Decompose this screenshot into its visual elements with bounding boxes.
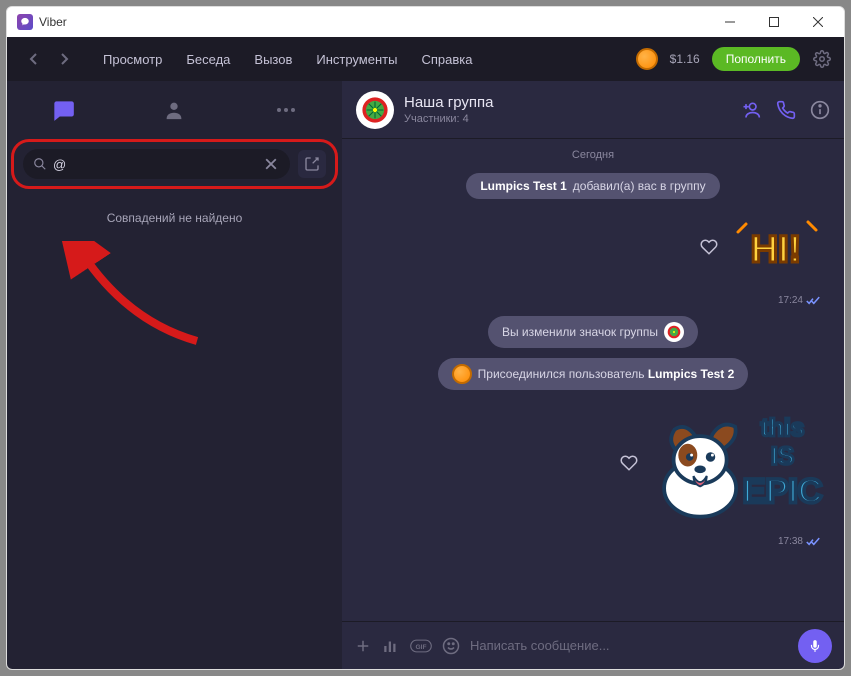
- annotation-arrow: [47, 241, 207, 351]
- chat-avatar[interactable]: [356, 91, 394, 129]
- chat-subtitle: Участники: 4: [404, 113, 493, 125]
- menubar: Просмотр Беседа Вызов Инструменты Справк…: [7, 37, 844, 81]
- menu-call[interactable]: Вызов: [254, 52, 292, 67]
- window-close-button[interactable]: [796, 7, 840, 37]
- svg-text:GIF: GIF: [416, 643, 427, 650]
- tab-chats[interactable]: [48, 95, 78, 125]
- message-time: 17:24: [778, 295, 803, 306]
- attach-button[interactable]: [354, 637, 372, 655]
- svg-text:EPIC: EPIC: [743, 473, 823, 511]
- window-maximize-button[interactable]: [752, 7, 796, 37]
- app-logo-icon: [17, 14, 33, 30]
- nav-back-button[interactable]: [19, 44, 49, 74]
- read-check-icon: [806, 537, 820, 547]
- tab-more[interactable]: [271, 95, 301, 125]
- sticker-hi[interactable]: HI!: [728, 209, 828, 289]
- menu-chat[interactable]: Беседа: [186, 52, 230, 67]
- poll-button[interactable]: [382, 637, 400, 655]
- composer-input[interactable]: [470, 638, 788, 653]
- svg-text:this: this: [761, 416, 805, 443]
- system-message-added: Lumpics Test 1 добавил(а) вас в группу: [466, 173, 719, 199]
- day-separator: Сегодня: [358, 149, 828, 161]
- chat-title: Наша группа: [404, 94, 493, 111]
- menu-help[interactable]: Справка: [421, 52, 472, 67]
- chat-pane: Наша группа Участники: 4 Сегодня Lumpics…: [342, 81, 844, 669]
- react-button[interactable]: [700, 238, 718, 261]
- balance-coin-icon: [636, 48, 658, 70]
- mini-coin-icon: [452, 364, 472, 384]
- settings-button[interactable]: [812, 49, 832, 69]
- window-minimize-button[interactable]: [708, 7, 752, 37]
- voice-button[interactable]: [798, 629, 832, 663]
- search-new-button[interactable]: [298, 150, 326, 178]
- info-button[interactable]: [810, 100, 830, 120]
- svg-text:IS: IS: [771, 444, 794, 471]
- window-title: Viber: [39, 15, 67, 29]
- search-input[interactable]: [53, 157, 262, 172]
- nav-forward-button[interactable]: [49, 44, 79, 74]
- system-message-user-joined: Присоединился пользователь Lumpics Test …: [438, 358, 749, 390]
- search-box[interactable]: [23, 149, 290, 179]
- search-clear-button[interactable]: [262, 155, 280, 173]
- sidebar: Совпадений не найдено: [7, 81, 342, 669]
- menu-view[interactable]: Просмотр: [103, 52, 162, 67]
- emoji-button[interactable]: [442, 637, 460, 655]
- message-time: 17:38: [778, 536, 803, 547]
- chat-messages[interactable]: Сегодня Lumpics Test 1 добавил(а) вас в …: [342, 139, 844, 621]
- chat-header: Наша группа Участники: 4: [342, 81, 844, 139]
- svg-text:HI!: HI!: [751, 229, 802, 271]
- read-check-icon: [806, 296, 820, 306]
- window-titlebar: Viber: [7, 7, 844, 37]
- gif-button[interactable]: GIF: [410, 638, 432, 654]
- tab-contacts[interactable]: [159, 95, 189, 125]
- call-button[interactable]: [776, 100, 796, 120]
- balance-amount: $1.16: [670, 52, 700, 66]
- no-results-label: Совпадений не найдено: [7, 211, 342, 225]
- menu-tools[interactable]: Инструменты: [316, 52, 397, 67]
- mini-avatar-icon: [664, 322, 684, 342]
- system-message-icon-changed: Вы изменили значок группы: [488, 316, 698, 348]
- sticker-this-is-epic[interactable]: this IS EPIC: [648, 400, 828, 530]
- react-button[interactable]: [620, 454, 638, 477]
- composer: GIF: [342, 621, 844, 669]
- add-member-button[interactable]: [740, 100, 762, 120]
- fund-button[interactable]: Пополнить: [712, 47, 800, 71]
- search-icon: [33, 157, 47, 171]
